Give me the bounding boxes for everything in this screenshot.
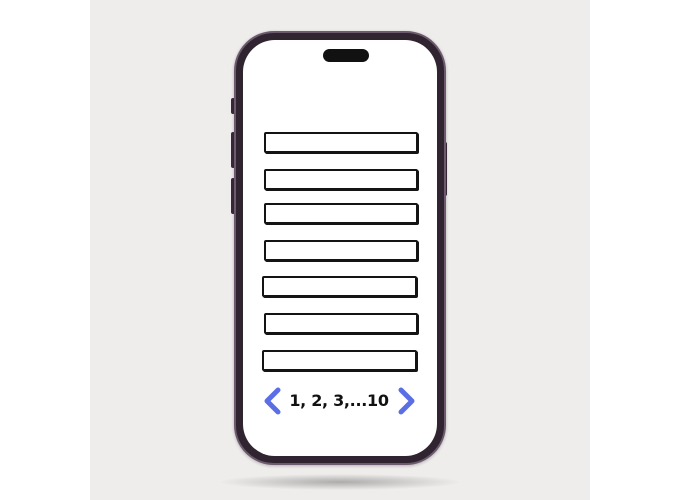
list-item[interactable]: [262, 276, 417, 297]
list-item[interactable]: [264, 203, 418, 224]
phone-screen: 1, 2, 3,...10: [243, 40, 437, 456]
dynamic-island: [323, 49, 369, 62]
list-item[interactable]: [262, 350, 417, 371]
phone-frame: 1, 2, 3,...10: [234, 31, 446, 465]
next-page-button[interactable]: [396, 386, 418, 416]
pagination-label: 1, 2, 3,...10: [289, 391, 389, 410]
list-item[interactable]: [264, 313, 418, 334]
chevron-left-icon: [264, 387, 281, 415]
phone-shadow: [220, 474, 460, 490]
list-item[interactable]: [264, 132, 418, 153]
list-item[interactable]: [264, 240, 418, 261]
list-item[interactable]: [264, 169, 418, 190]
chevron-right-icon: [398, 387, 415, 415]
previous-page-button[interactable]: [261, 386, 283, 416]
